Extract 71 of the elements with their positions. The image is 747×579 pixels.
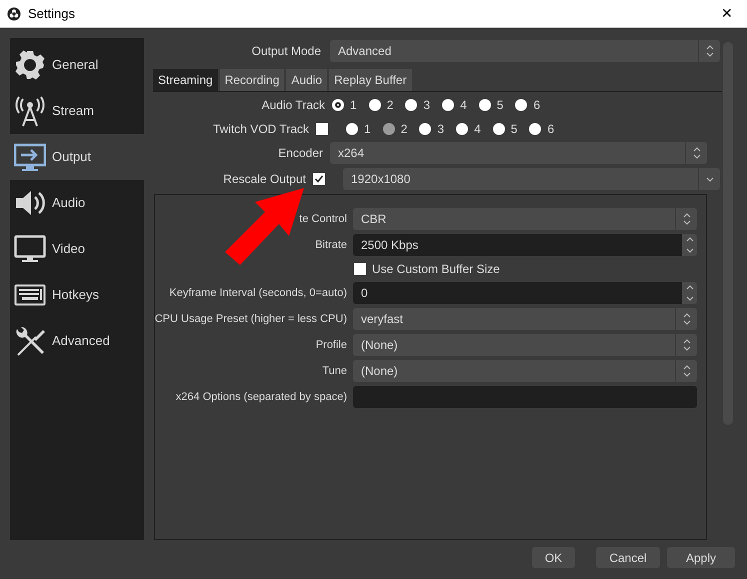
radio-label: 5 (496, 97, 504, 114)
dropdown[interactable]: veryfast (353, 308, 697, 330)
radio-button[interactable] (515, 99, 528, 111)
sidebar-item[interactable]: Output (10, 134, 144, 180)
radio-label: 2 (386, 97, 394, 114)
radio-label: 4 (460, 97, 467, 114)
dialog-button[interactable]: OK (532, 547, 575, 568)
encoder-dropdown[interactable]: x264 (330, 142, 707, 164)
tab[interactable]: Recording (220, 69, 284, 91)
radio-label: 4 (474, 121, 481, 138)
tab[interactable]: Audio (286, 69, 328, 91)
dropdown[interactable]: CBR (353, 208, 697, 230)
field-label: Bitrate (315, 238, 347, 253)
field-label: Tune (322, 364, 347, 379)
field-label: Profile (316, 338, 347, 353)
monitor-icon (14, 233, 46, 265)
checkbox[interactable] (354, 263, 366, 275)
field-label: x264 Options (separated by space) (176, 390, 347, 405)
up-down-icon (682, 313, 690, 325)
up-down-icon (682, 339, 690, 351)
radio-label: 5 (510, 121, 518, 138)
radio-button[interactable] (332, 99, 344, 111)
input-field[interactable] (353, 386, 697, 408)
dialog-button[interactable]: Cancel (596, 547, 660, 568)
scrollbar[interactable] (723, 42, 733, 425)
close-button[interactable]: ✕ (715, 2, 739, 24)
field-label: Encoder (277, 145, 323, 162)
field-label: te Control (299, 212, 347, 227)
radio-button[interactable] (368, 99, 381, 111)
up-down-icon (706, 45, 714, 57)
sidebar-item[interactable]: Advanced (10, 318, 144, 364)
radio-label: 3 (437, 121, 444, 138)
dropdown[interactable]: (None) (353, 360, 697, 382)
resolution-dropdown[interactable]: 1920x1080 (343, 168, 720, 190)
dropdown[interactable]: (None) (353, 334, 697, 356)
field-label: Twitch VOD Track (212, 121, 309, 138)
wrench-screwdriver-icon (14, 325, 46, 357)
radio-button[interactable] (478, 99, 491, 111)
monitor-arrow-icon (14, 141, 46, 173)
radio-label: 1 (364, 121, 371, 138)
caret-icon (706, 176, 714, 182)
sidebar-item[interactable]: General (10, 42, 144, 88)
tab[interactable]: Replay Buffer (329, 69, 412, 91)
up-down-icon (682, 213, 690, 225)
tab[interactable]: Streaming (153, 69, 218, 91)
up-down-icon (692, 147, 700, 159)
gear-icon (14, 49, 46, 81)
checkbox-label: Use Custom Buffer Size (372, 261, 500, 278)
field-label: CPU Usage Preset (higher = less CPU) (154, 312, 347, 327)
radio-label: 6 (547, 121, 554, 138)
radio-button[interactable] (442, 99, 454, 111)
field-label: Rescale Output (222, 171, 306, 188)
window-title: Settings (28, 4, 75, 23)
radio-label: 3 (423, 97, 430, 114)
radio-label: 1 (350, 97, 357, 114)
app-logo-icon (7, 6, 21, 20)
dialog-button[interactable]: Apply (667, 547, 735, 568)
sidebar-item[interactable]: Audio (10, 180, 144, 226)
sidebar-item[interactable]: Stream (10, 88, 144, 134)
field-label: Keyframe Interval (seconds, 0=auto) (169, 286, 347, 301)
output-mode-dropdown[interactable]: Advanced (330, 40, 720, 62)
sidebar-item[interactable]: Hotkeys (10, 272, 144, 318)
antenna-icon (14, 95, 46, 127)
radio-label: 2 (400, 121, 408, 138)
checkbox[interactable] (313, 173, 325, 185)
field-label: Audio Track (260, 97, 325, 114)
up-down-icon (682, 365, 690, 377)
sidebar-item[interactable]: Video (10, 226, 144, 272)
radio-label: 6 (533, 97, 540, 114)
radio-button[interactable] (405, 99, 418, 111)
field-label: Output Mode (250, 43, 321, 60)
